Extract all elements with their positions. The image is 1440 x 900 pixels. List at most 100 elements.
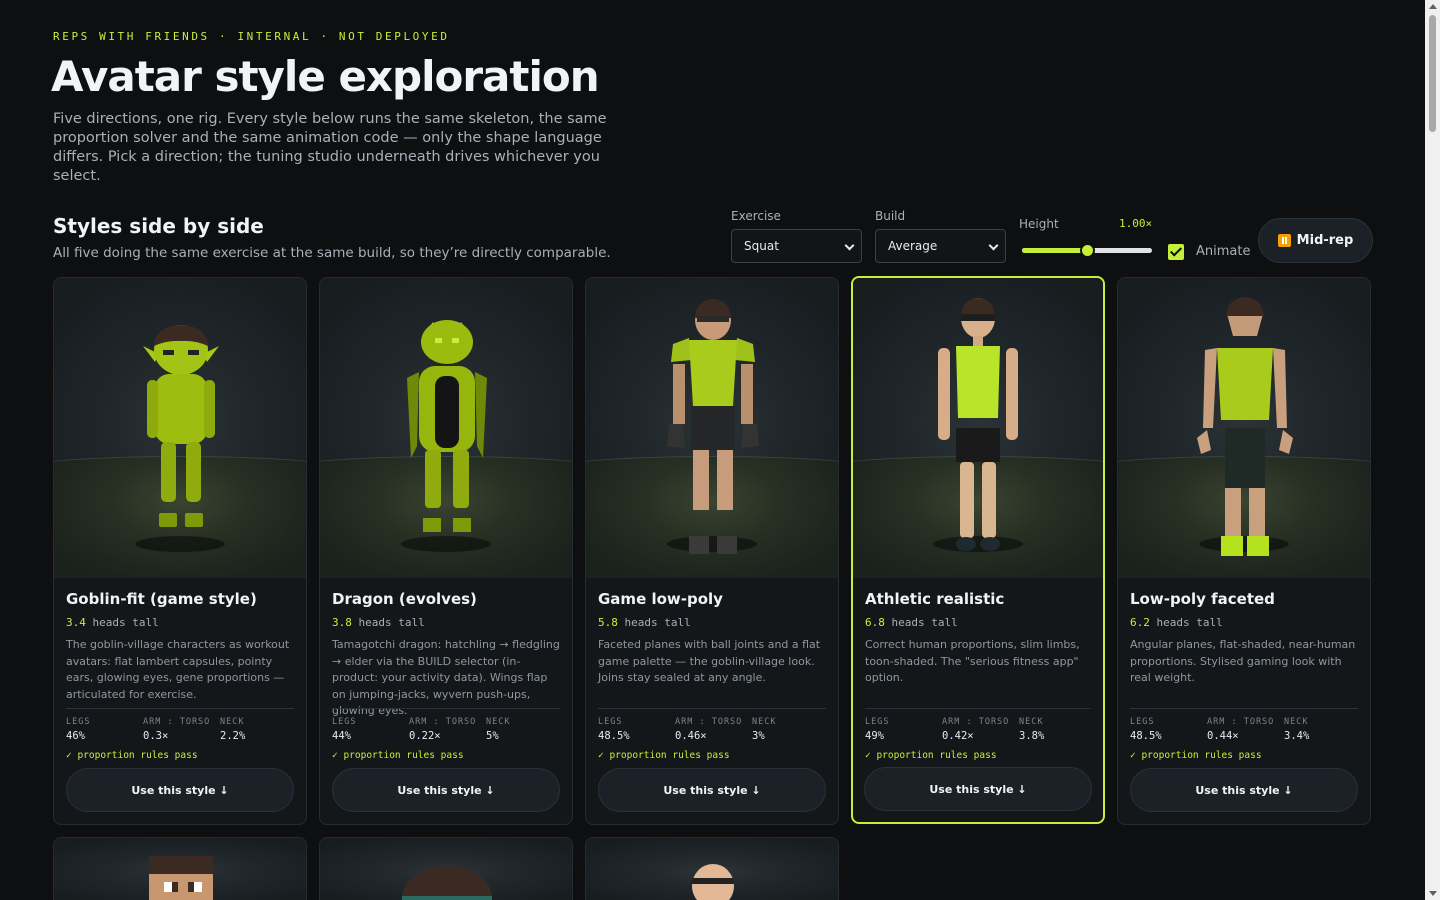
- heads-tall: 5.8 heads tall: [598, 616, 691, 629]
- faceted-avatar-illustration: [1197, 297, 1293, 556]
- scroll-down-icon[interactable]: [1429, 891, 1437, 896]
- avatar-preview: [1118, 278, 1370, 578]
- avatar-preview: [54, 278, 306, 578]
- metric-neck: NECK 5%: [486, 717, 511, 742]
- chevron-down-icon: [844, 240, 855, 251]
- exercise-select[interactable]: Squat: [731, 229, 862, 263]
- use-style-button[interactable]: Use this style ↓: [1130, 768, 1358, 812]
- rounded-avatar-illustration: [402, 866, 492, 900]
- card-title: Low-poly faceted: [1130, 590, 1275, 608]
- use-style-button[interactable]: Use this style ↓: [332, 768, 560, 812]
- metric-legs: LEGS 46%: [66, 717, 91, 742]
- athletic-avatar-illustration: [938, 298, 1018, 551]
- style-card-voxel[interactable]: [53, 837, 307, 900]
- divider: [66, 708, 294, 709]
- metric-arm-torso: ARM : TORSO 0.22×: [409, 717, 477, 742]
- card-title: Goblin-fit (game style): [66, 590, 257, 608]
- heads-tall: 6.8 heads tall: [865, 616, 958, 629]
- metrics: LEGS 48.5% ARM : TORSO 0.46× NECK 3%: [598, 717, 826, 747]
- height-slider-fill: [1022, 248, 1087, 253]
- divider: [332, 708, 560, 709]
- metric-arm-torso: ARM : TORSO 0.46×: [675, 717, 743, 742]
- build-label: Build: [875, 209, 906, 223]
- metric-legs: LEGS 48.5%: [598, 717, 630, 742]
- metrics: LEGS 49% ARM : TORSO 0.42× NECK 3.8%: [865, 717, 1091, 747]
- height-slider-thumb[interactable]: [1080, 243, 1095, 258]
- heads-tall: 3.8 heads tall: [332, 616, 425, 629]
- exercise-select-value: Squat: [744, 239, 779, 253]
- metric-neck: NECK 3.8%: [1019, 717, 1045, 742]
- build-select-value: Average: [888, 239, 938, 253]
- mid-rep-label: Mid-rep: [1296, 233, 1354, 248]
- intro-text: Five directions, one rig. Every style be…: [53, 111, 607, 184]
- eyebrow: REPS WITH FRIENDS · INTERNAL · NOT DEPLO…: [53, 30, 450, 43]
- scrollbar-thumb[interactable]: [1429, 15, 1436, 132]
- heads-tall: 6.2 heads tall: [1130, 616, 1223, 629]
- height-label: Height: [1019, 217, 1059, 231]
- page-scrollbar[interactable]: [1425, 0, 1440, 900]
- divider: [1130, 708, 1358, 709]
- divider: [865, 708, 1091, 709]
- voxel-avatar-illustration: [149, 856, 213, 900]
- use-style-button[interactable]: Use this style ↓: [598, 768, 826, 812]
- metrics: LEGS 46% ARM : TORSO 0.3× NECK 2.2%: [66, 717, 294, 747]
- avatar-preview: [320, 838, 572, 900]
- animate-checkbox[interactable]: [1168, 244, 1184, 260]
- height-value: 1.00×: [1119, 217, 1153, 230]
- metrics: LEGS 48.5% ARM : TORSO 0.44× NECK 3.4%: [1130, 717, 1358, 747]
- style-card-goblin[interactable]: Goblin-fit (game style) 3.4 heads tall T…: [53, 277, 307, 825]
- mannequin-avatar-illustration: [692, 864, 734, 900]
- metric-neck: NECK 3%: [752, 717, 777, 742]
- dragon-avatar-illustration: [407, 320, 487, 532]
- heads-tall: 3.4 heads tall: [66, 616, 159, 629]
- divider: [598, 708, 826, 709]
- goblin-avatar-illustration: [143, 325, 219, 527]
- pause-icon: [1277, 234, 1291, 247]
- proportion-status: ✓ proportion rules pass: [598, 750, 730, 761]
- style-card-dragon[interactable]: Dragon (evolves) 3.8 heads tall Tamagotc…: [319, 277, 573, 825]
- build-select[interactable]: Average: [875, 229, 1006, 263]
- metric-arm-torso: ARM : TORSO 0.3×: [143, 717, 211, 742]
- metric-arm-torso: ARM : TORSO 0.42×: [942, 717, 1010, 742]
- avatar-preview: [54, 838, 306, 900]
- use-style-button[interactable]: Use this style ↓: [864, 767, 1092, 811]
- page-title: Avatar style exploration: [51, 52, 600, 101]
- metric-legs: LEGS 44%: [332, 717, 357, 742]
- proportion-status: ✓ proportion rules pass: [865, 750, 997, 761]
- card-title: Game low-poly: [598, 590, 723, 608]
- avatar-preview: [586, 838, 838, 900]
- metric-neck: NECK 3.4%: [1284, 717, 1310, 742]
- style-card-rounded[interactable]: [319, 837, 573, 900]
- proportion-status: ✓ proportion rules pass: [66, 750, 198, 761]
- metrics: LEGS 44% ARM : TORSO 0.22× NECK 5%: [332, 717, 560, 747]
- avatar-preview: [853, 278, 1103, 578]
- card-title: Athletic realistic: [865, 590, 1005, 608]
- card-description: Tamagotchi dragon: hatchling → fledgling…: [332, 638, 560, 717]
- section-title: Styles side by side: [53, 214, 264, 238]
- style-card-mannequin[interactable]: [585, 837, 839, 900]
- metric-legs: LEGS 48.5%: [1130, 717, 1162, 742]
- card-description: Angular planes, flat-shaded, near-human …: [1130, 638, 1356, 684]
- card-title: Dragon (evolves): [332, 590, 477, 608]
- style-card-low-poly-faceted[interactable]: Low-poly faceted 6.2 heads tall Angular …: [1117, 277, 1371, 825]
- metric-legs: LEGS 49%: [865, 717, 890, 742]
- controls-bar: Exercise Squat Build Average Height 1.00…: [731, 206, 1373, 266]
- chevron-down-icon: [988, 240, 999, 251]
- avatar-preview: [320, 278, 572, 578]
- animate-label: Animate: [1196, 244, 1251, 259]
- card-description: Faceted planes with ball joints and a fl…: [598, 638, 821, 684]
- style-card-athletic-realistic[interactable]: Athletic realistic 6.8 heads tall Correc…: [851, 276, 1105, 824]
- height-slider[interactable]: [1022, 243, 1152, 258]
- mid-rep-button[interactable]: Mid-rep: [1258, 218, 1373, 263]
- avatar-preview: [586, 278, 838, 578]
- proportion-status: ✓ proportion rules pass: [332, 750, 464, 761]
- style-card-game-low-poly[interactable]: Game low-poly 5.8 heads tall Faceted pla…: [585, 277, 839, 825]
- card-description: Correct human proportions, slim limbs, t…: [865, 638, 1080, 684]
- scroll-up-icon[interactable]: [1429, 4, 1437, 9]
- low-poly-avatar-illustration: [667, 299, 759, 554]
- section-subtitle: All five doing the same exercise at the …: [53, 245, 611, 261]
- metric-neck: NECK 2.2%: [220, 717, 246, 742]
- use-style-button[interactable]: Use this style ↓: [66, 768, 294, 812]
- metric-arm-torso: ARM : TORSO 0.44×: [1207, 717, 1275, 742]
- exercise-label: Exercise: [731, 209, 781, 223]
